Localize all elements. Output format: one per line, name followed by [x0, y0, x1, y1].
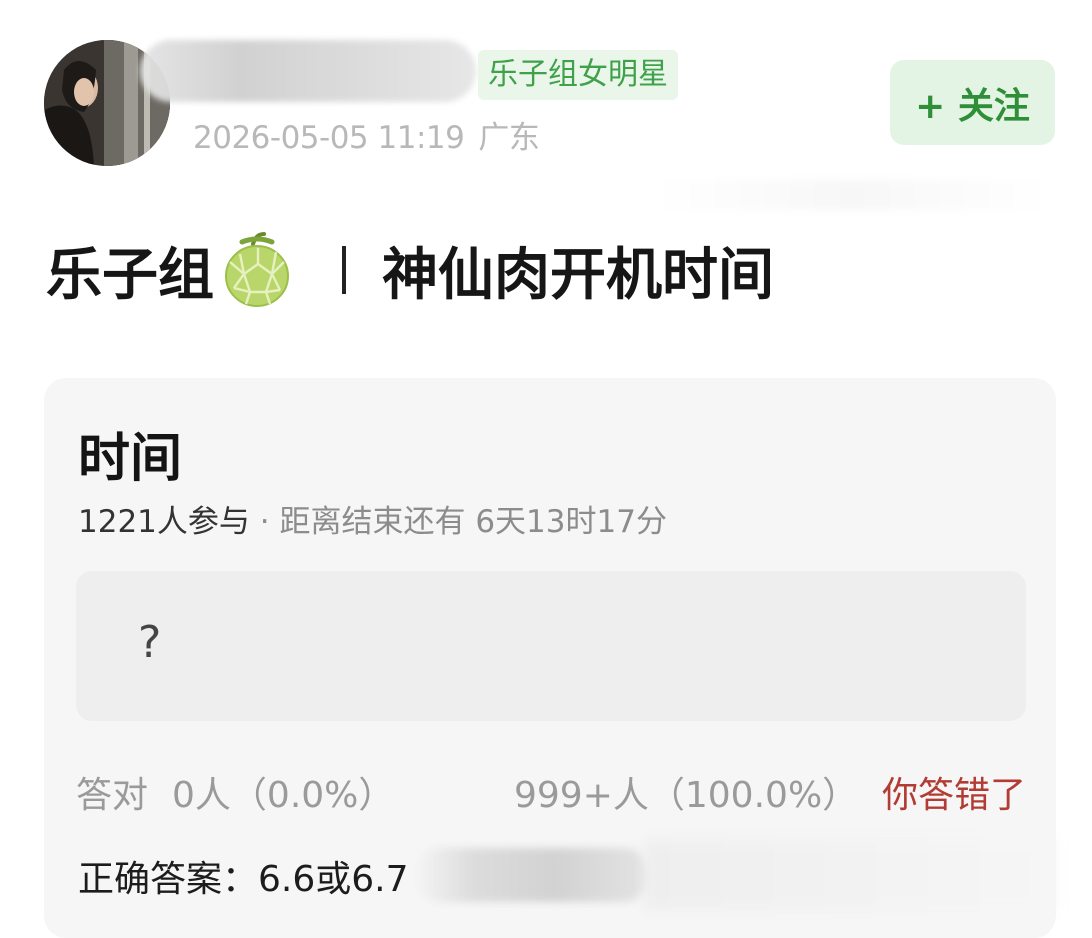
post-location: 广东 — [478, 120, 540, 156]
answer-fade — [644, 840, 1056, 910]
post-timestamp: 2026-05-05 11:19 — [193, 120, 465, 156]
quiz-stats: 1221人参与 · 距离结束还有 6天13时17分 — [78, 496, 667, 541]
correct-answer: 正确答案：6.6或6.7 — [78, 850, 409, 902]
participant-count: 1221人参与 — [78, 504, 250, 540]
title-prefix: 乐子组 — [46, 242, 214, 308]
option-text: ? — [138, 617, 162, 668]
quiz-title: 时间 — [78, 429, 183, 489]
result-row: 答对 0人（0.0%） 999+人（100.0%） 你答错了 — [76, 766, 1026, 816]
follow-button[interactable]: + 关注 — [890, 60, 1055, 145]
answer-redacted — [414, 848, 650, 902]
title-separator — [342, 246, 346, 294]
group-badge[interactable]: 乐子组女明星 — [478, 50, 678, 100]
correct-result: 答对 0人（0.0%） — [76, 766, 394, 818]
stats-separator: · — [249, 504, 280, 540]
quiz-option[interactable]: ? — [76, 571, 1026, 721]
background-artifact — [652, 180, 1052, 210]
correct-label: 答对 — [76, 775, 149, 816]
post-meta: 2026-05-05 11:19 广东 — [193, 112, 540, 157]
quiz-card: 时间 1221人参与 · 距离结束还有 6天13时17分 ? 答对 0人（0.0%… — [44, 378, 1056, 938]
answer-status: 你答错了 — [881, 775, 1026, 816]
answer-value: 6.6或6.7 — [258, 859, 409, 900]
post-title: 乐子组 神仙肉开机时间 — [46, 226, 774, 314]
wrong-count: 999+人（100.0%） — [514, 775, 859, 816]
title-main: 神仙肉开机时间 — [382, 242, 774, 308]
countdown-text: 距离结束还有 6天13时17分 — [279, 504, 667, 540]
melon-icon — [225, 232, 289, 307]
correct-count: 0人（0.0%） — [172, 775, 395, 816]
username-redacted[interactable] — [140, 40, 476, 102]
answer-label: 正确答案： — [78, 859, 259, 900]
